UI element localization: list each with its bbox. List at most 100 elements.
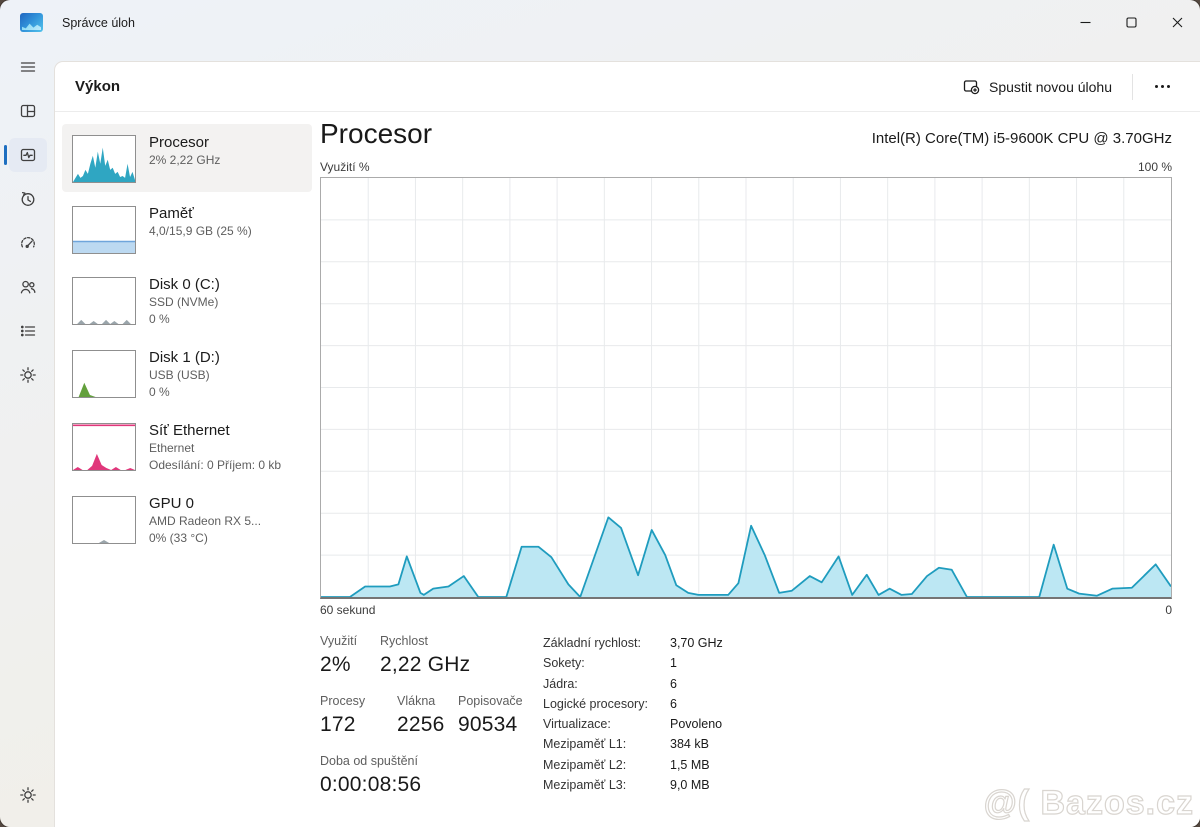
detail-value: 6 [670,694,723,714]
device-title: GPU 0 [149,494,304,513]
device-subtitle: SSD (NVMe) [149,294,304,311]
device-title: Disk 0 (C:) [149,275,304,294]
stat-label-processes: Procesy [320,693,397,710]
ethernet-mini-chart [72,423,136,471]
menu-icon [9,50,47,84]
stat-value-handles: 90534 [458,710,528,740]
stat-value-utilization: 2% [320,650,380,680]
device-item-ethernet[interactable]: Síť Ethernet Ethernet Odesílání: 0 Příje… [62,412,312,482]
detail-label: Mezipaměť L1: [543,734,670,754]
settings-icon [18,785,38,805]
device-title: Paměť [149,204,304,223]
stat-label-speed: Rychlost [380,633,528,650]
device-subtitle: 4,0/15,9 GB (25 %) [149,223,304,240]
detail-value: 1 [670,653,723,673]
device-item-memory[interactable]: Paměť 4,0/15,9 GB (25 %) [62,195,312,263]
startup-apps-icon [9,226,47,260]
device-title: Síť Ethernet [149,421,304,440]
content-card: Výkon Spustit novou úlohu Procesor 2% 2,… [55,62,1200,827]
stat-label-threads: Vlákna [397,693,458,710]
detail-value: Povoleno [670,714,723,734]
gpu-mini-chart [72,496,136,544]
settings-button[interactable] [0,773,55,817]
sidebar-item-app-history[interactable] [0,177,55,221]
window-title: Správce úloh [62,16,135,30]
performance-icon [9,138,47,172]
disk1-mini-chart [72,350,136,398]
detail-value: 3,70 GHz [670,633,723,653]
processes-icon [9,94,47,128]
device-subtitle: USB (USB) [149,367,304,384]
detail-label: Sokety: [543,653,670,673]
detail-label: Mezipaměť L2: [543,755,670,775]
run-new-task-label: Spustit novou úlohu [989,79,1112,95]
detail-value: 384 kB [670,734,723,754]
cpu-model-name: Intel(R) Core(TM) i5-9600K CPU @ 3.70GHz [872,130,1172,147]
detail-label: Jádra: [543,674,670,694]
navigation-rail [0,45,55,827]
page-title: Výkon [75,78,120,95]
device-item-disk0[interactable]: Disk 0 (C:) SSD (NVMe) 0 % [62,266,312,336]
detail-label: Logické procesory: [543,694,670,714]
device-subtitle2: Odesílání: 0 Příjem: 0 kb [149,457,304,474]
users-icon [9,270,47,304]
detail-label: Mezipaměť L3: [543,775,670,795]
y-axis-max-label: 100 % [1138,160,1172,174]
task-manager-app-icon [20,13,43,32]
device-item-gpu[interactable]: GPU 0 AMD Radeon RX 5... 0% (33 °C) [62,485,312,555]
detail-value: 6 [670,674,723,694]
performance-device-list: Procesor 2% 2,22 GHz Paměť 4,0/15,9 GB (… [62,124,312,558]
run-new-task-button[interactable]: Spustit novou úlohu [953,73,1122,101]
cpu-stats: Využití Rychlost 2% 2,22 GHz Procesy Vlá… [320,633,1172,800]
stat-label-uptime: Doba od spuštění [320,753,528,770]
detail-label: Základní rychlost: [543,633,670,653]
device-title: Procesor [149,133,304,152]
details-icon [9,314,47,348]
app-history-icon [9,182,47,216]
cpu-details: Základní rychlost:3,70 GHz Sokety:1 Jádr… [543,633,723,800]
services-icon [9,358,47,392]
cpu-panel: Procesor Intel(R) Core(TM) i5-9600K CPU … [320,118,1172,800]
sidebar-item-startup-apps[interactable] [0,221,55,265]
detail-value: 9,0 MB [670,775,723,795]
cpu-mini-chart [72,135,136,183]
selected-indicator [4,145,7,165]
sidebar-item-performance[interactable] [0,133,55,177]
task-manager-window: Správce úloh [0,0,1200,827]
sidebar-item-services[interactable] [0,353,55,397]
device-item-disk1[interactable]: Disk 1 (D:) USB (USB) 0 % [62,339,312,409]
stat-value-speed: 2,22 GHz [380,650,528,680]
device-subtitle: 2% 2,22 GHz [149,152,304,169]
device-subtitle2: 0 % [149,311,304,328]
stat-label-handles: Popisovače [458,693,528,710]
y-axis-label: Využití % [320,160,370,174]
stat-value-threads: 2256 [397,710,458,740]
cpu-panel-title: Procesor [320,118,432,150]
more-options-button[interactable] [1143,75,1182,98]
x-axis-right-label: 0 [1165,603,1172,617]
device-subtitle: AMD Radeon RX 5... [149,513,304,530]
x-axis-left-label: 60 sekund [320,603,375,617]
stat-value-processes: 172 [320,710,397,740]
stat-value-uptime: 0:00:08:56 [320,770,528,800]
menu-button[interactable] [0,45,55,89]
sidebar-item-users[interactable] [0,265,55,309]
titlebar: Správce úloh [0,0,1200,45]
device-subtitle: Ethernet [149,440,304,457]
sidebar-item-details[interactable] [0,309,55,353]
more-options-icon [1155,85,1158,88]
device-title: Disk 1 (D:) [149,348,304,367]
close-button[interactable] [1154,0,1200,45]
sidebar-item-processes[interactable] [0,89,55,133]
device-subtitle2: 0% (33 °C) [149,530,304,547]
window-controls [1062,0,1200,45]
device-item-cpu[interactable]: Procesor 2% 2,22 GHz [62,124,312,192]
stat-label-utilization: Využití [320,633,380,650]
run-new-task-icon [963,79,980,95]
detail-value: 1,5 MB [670,755,723,775]
header-divider [1132,74,1133,100]
maximize-button[interactable] [1108,0,1154,45]
memory-mini-chart [72,206,136,254]
cpu-usage-chart [320,177,1172,599]
minimize-button[interactable] [1062,0,1108,45]
